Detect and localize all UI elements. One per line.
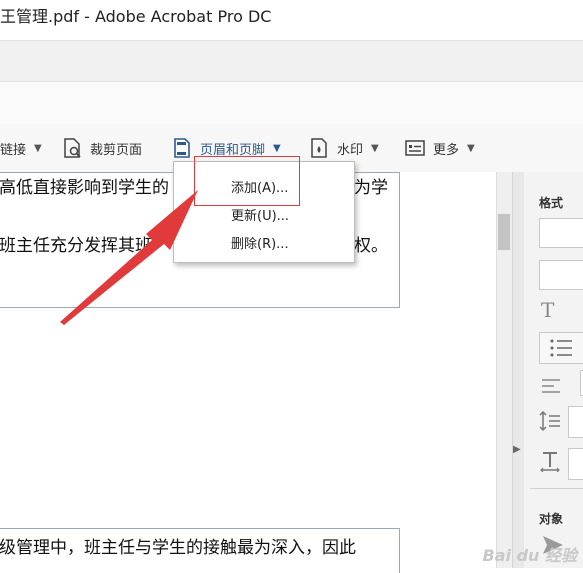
doc-line: 级管理中，班主任与学生的接触最为深入，因此 — [0, 538, 356, 558]
bullet-list-icon — [550, 339, 572, 357]
crop-page-icon — [64, 138, 81, 158]
list-style-button[interactable] — [539, 332, 583, 364]
chevron-right-icon[interactable]: ▶ — [513, 444, 521, 455]
font-family-select[interactable] — [539, 218, 583, 248]
format-panel: 格式 T 对象 — [524, 172, 583, 568]
more-options-icon — [405, 140, 425, 156]
crop-pages-button[interactable]: 裁剪页面 — [62, 124, 142, 172]
doc-line-right: 为学 — [354, 178, 388, 198]
title-bar: 王管理.pdf - Adobe Acrobat Pro DC — [0, 0, 583, 40]
format-heading: 格式 — [539, 196, 564, 210]
character-spacing-icon[interactable] — [539, 450, 561, 472]
scrollbar-thumb[interactable] — [498, 214, 510, 250]
header-footer-icon — [174, 138, 190, 158]
window-title: 王管理.pdf - Adobe Acrobat Pro DC — [0, 7, 272, 26]
chevron-down-icon[interactable]: ▼ — [371, 143, 379, 154]
baidu-watermark: Bai du 经验 — [482, 546, 577, 565]
link-label: 链接 — [0, 142, 27, 158]
doc-line: 高低直接影响到学生的 — [0, 178, 169, 198]
menu-item-update[interactable]: 更新(U)... — [231, 205, 289, 224]
line-spacing-input[interactable] — [568, 406, 583, 438]
more-button[interactable]: 更多 ▼ — [405, 124, 475, 172]
panel-divider — [530, 488, 583, 489]
header-footer-label: 页眉和页脚 — [200, 142, 266, 158]
more-label: 更多 — [433, 142, 460, 158]
chevron-down-icon[interactable]: ▼ — [34, 143, 42, 154]
link-tool-button[interactable]: 链接 ▼ — [0, 124, 42, 172]
doc-line-right: 权。 — [354, 236, 388, 256]
chevron-down-icon[interactable]: ▼ — [467, 143, 475, 154]
align-left-icon[interactable] — [541, 378, 561, 394]
crop-pages-label: 裁剪页面 — [90, 142, 143, 158]
tools-header-bar — [0, 82, 583, 124]
highlight-box — [194, 156, 300, 206]
character-spacing-input[interactable] — [568, 448, 583, 480]
font-size-select[interactable] — [539, 260, 583, 290]
menu-bar — [0, 40, 583, 82]
page-text-block[interactable]: 级管理中，班主任与学生的接触最为深入，因此 — [0, 528, 400, 573]
watermark-label: 水印 — [337, 142, 364, 158]
doc-line: 班主任充分发挥其班 — [0, 236, 152, 256]
text-color-icon[interactable]: T — [541, 298, 554, 322]
line-spacing-icon[interactable] — [539, 410, 561, 432]
object-heading: 对象 — [539, 512, 564, 526]
menu-item-delete[interactable]: 删除(R)... — [231, 233, 289, 252]
chevron-down-icon[interactable]: ▼ — [273, 143, 281, 154]
watermark-icon — [311, 138, 327, 158]
